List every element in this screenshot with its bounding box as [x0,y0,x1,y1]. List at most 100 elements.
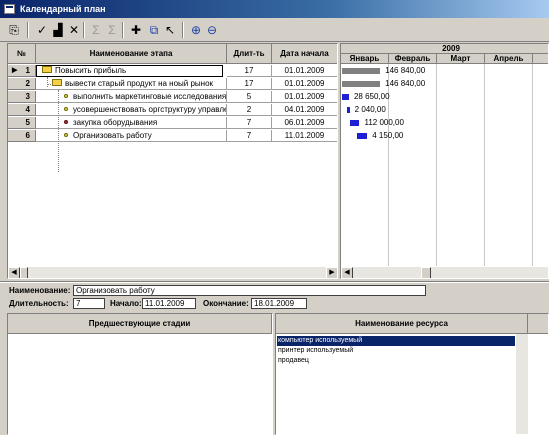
stages-grid: № Наименование этапа Длит-ть Дата начала… [7,43,338,279]
row-number-cell[interactable]: 2 [8,78,36,90]
end-label: Окончание: [203,299,249,308]
gantt-month-header: Февраль [389,54,437,64]
horizontal-splitter[interactable] [0,281,549,283]
sum-icon: Σ [92,23,100,37]
gantt-scroll-thumb[interactable] [421,267,431,278]
gantt-bar-value: 4 150,00 [372,131,404,140]
add-icon[interactable]: ✚ [128,22,144,38]
check-icon[interactable]: ✓ [34,22,50,38]
duration-cell[interactable]: 2 [227,104,272,116]
cursor-icon[interactable]: ↖ [162,22,178,38]
column-header-number[interactable]: № [8,44,36,64]
end-date-field[interactable]: 18.01.2009 [251,298,307,309]
row-number-cell[interactable]: 3 [8,91,36,103]
zoom-in-icon[interactable]: ⊕ [188,22,204,38]
tree-connector-line [47,77,48,87]
gantt-bar[interactable] [342,94,349,100]
stage-name-cell[interactable]: выполнить маркетинговые исследования [36,91,227,103]
row-number: 6 [25,131,30,140]
predecessors-header: Предшествующие стадии [8,314,272,334]
chart-icon[interactable]: ▟ [50,22,66,38]
window-title: Календарный план [20,4,106,14]
scroll-right-button[interactable]: ▶ [326,267,337,278]
stage-name: вывести старый продукт на ноый рынок [65,79,214,88]
row-number-cell[interactable]: 6 [8,130,36,142]
resources-panel: Наименование ресурса компьютер используе… [275,313,549,435]
row-number: 5 [25,118,30,127]
duration-cell[interactable]: 7 [227,117,272,129]
gantt-grid-line [532,64,533,278]
tree-connector-line [47,84,53,85]
stage-name-cell[interactable]: вывести старый продукт на ноый рынок [36,78,227,90]
gantt-bar-value: 28 650,00 [353,92,390,101]
stage-name: Организовать работу [73,131,152,140]
toolbar-separator [122,22,124,38]
gantt-bar[interactable] [342,68,381,74]
row-number-cell[interactable]: ▶ 1 [8,65,36,77]
start-date-cell[interactable]: 01.01.2009 [272,65,337,77]
start-date-cell[interactable]: 01.01.2009 [272,91,337,103]
column-header-name[interactable]: Наименование этапа [36,44,227,64]
duration-cell[interactable]: 17 [227,65,272,77]
window-icon [4,4,15,14]
start-date-cell[interactable]: 06.01.2009 [272,117,337,129]
stage-name-cell[interactable]: Организовать работу [36,130,227,142]
column-header-duration[interactable]: Длит-ть [227,44,272,64]
duration-cell[interactable]: 7 [227,130,272,142]
zoom-out-icon[interactable]: ⊖ [204,22,220,38]
gantt-bar-value: 2 040,00 [354,105,386,114]
exit-icon[interactable]: ⎘ [6,22,22,38]
gantt-bar[interactable] [349,120,360,126]
start-date-field[interactable]: 11.01.2009 [142,298,196,309]
row-number-cell[interactable]: 5 [8,117,36,129]
duration-field[interactable]: 7 [73,298,105,309]
table-row[interactable]: ▶ 1 Повысить прибыль 17 01.01.2009 [8,65,337,77]
grid-horizontal-scrollbar[interactable]: ◀ ▶ [8,266,337,278]
resources-vertical-scrollbar[interactable] [516,334,528,434]
gantt-bar-value: 146 840,00 [385,66,426,75]
start-date-cell[interactable]: 11.01.2009 [272,130,337,142]
table-row[interactable]: 2 вывести старый продукт на ноый рынок 17 0… [8,78,337,90]
column-header-start-date[interactable]: Дата начала [272,44,337,64]
row-number: 2 [25,79,30,88]
gantt-month-header: Март [437,54,485,64]
name-label: Наименование: [9,286,71,295]
gantt-horizontal-scrollbar[interactable]: ◀ [341,266,548,278]
scroll-left-button[interactable]: ◀ [8,267,20,278]
name-field[interactable]: Организовать работу [73,285,426,296]
toolbar-separator [83,22,85,38]
gantt-bar[interactable] [346,107,350,113]
stage-name-cell[interactable]: усовершенствовать оргструктуру управлени… [36,104,227,116]
delete-icon[interactable]: ✕ [66,22,82,38]
resources-extra-column-header [528,314,548,334]
resource-list-item[interactable]: продавец [277,356,309,366]
stage-name: выполнить маркетинговые исследования [73,92,227,101]
scroll-thumb[interactable] [20,267,28,278]
gantt-bar-value: 146 840,00 [385,79,426,88]
gantt-grid-line [436,64,437,278]
gantt-scroll-left-button[interactable]: ◀ [341,267,353,278]
stage-name: Повысить прибыль [55,66,127,75]
gantt-chart: 2009 ЯнварьФевральМартАпрельМа 146 840,0… [340,43,549,279]
row-number-cell[interactable]: 4 [8,104,36,116]
current-row-indicator-icon: ▶ [12,67,18,74]
duration-cell[interactable]: 5 [227,91,272,103]
resource-list-item[interactable]: принтер используемый [277,346,353,356]
row-number: 4 [25,105,30,114]
toolbar-separator [182,22,184,38]
stage-name: закупка оборудывания [73,118,158,127]
gantt-month-header: Ма [533,54,548,64]
duration-cell[interactable]: 17 [227,78,272,90]
stage-name-cell[interactable]: закупка оборудывания [36,117,227,129]
link-icon[interactable]: ⧉ [146,22,162,38]
stage-name-cell[interactable]: Повысить прибыль [36,65,223,77]
gantt-bar[interactable] [342,81,381,87]
gantt-bar[interactable] [357,133,368,139]
resource-list-item[interactable]: компьютер используемый [277,336,515,346]
gantt-month-header: Апрель [485,54,533,64]
start-date-cell[interactable]: 04.01.2009 [272,104,337,116]
resources-header: Наименование ресурса [276,314,528,334]
predecessors-panel: Предшествующие стадии [7,313,273,435]
gantt-grid-line [484,64,485,278]
start-date-cell[interactable]: 01.01.2009 [272,78,337,90]
